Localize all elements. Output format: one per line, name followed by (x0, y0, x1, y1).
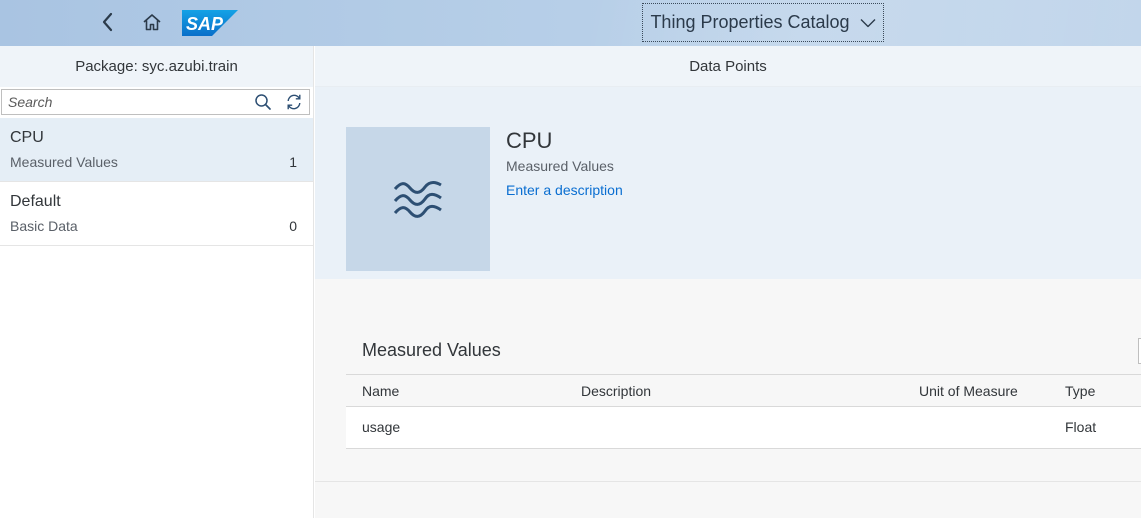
master-header: Package: syc.azubi.train (0, 46, 313, 87)
app-title-menu-button[interactable]: Thing Properties Catalog (642, 3, 884, 42)
column-header-name[interactable]: Name (362, 383, 399, 399)
section-title: Measured Values (362, 340, 501, 360)
object-subtitle: Measured Values (506, 158, 614, 174)
list-item-count: 0 (289, 218, 297, 234)
detail-pane: Data Points CPU Measured Values Enter a … (315, 46, 1141, 518)
column-header-description[interactable]: Description (581, 383, 651, 399)
chevron-left-icon (102, 12, 113, 32)
enter-description-link[interactable]: Enter a description (506, 182, 623, 198)
home-icon (143, 14, 161, 31)
package-list: CPU Measured Values 1 Default Basic Data… (0, 118, 313, 246)
list-item[interactable]: CPU Measured Values 1 (0, 118, 313, 182)
back-button[interactable] (96, 10, 120, 34)
detail-header-title: Data Points (689, 57, 767, 75)
search-input[interactable] (8, 90, 244, 114)
detail-header: Data Points (315, 46, 1141, 87)
column-header-unit[interactable]: Unit of Measure (919, 383, 1018, 399)
object-image (346, 127, 490, 271)
object-title: CPU (506, 128, 553, 153)
column-header-type[interactable]: Type (1065, 383, 1095, 399)
package-title: Package: syc.azubi.train (75, 58, 238, 75)
object-header: CPU Measured Values Enter a description (315, 87, 1141, 279)
refresh-icon[interactable] (285, 93, 303, 111)
measured-values-table: Name Description Unit of Measure Type us… (346, 374, 1141, 449)
search-icon[interactable] (254, 93, 272, 111)
table-row[interactable]: usage Float (346, 407, 1141, 449)
cell-type: Float (1065, 419, 1097, 435)
list-item-description: Measured Values (10, 154, 118, 170)
chevron-down-icon (860, 18, 876, 27)
sap-logo[interactable]: SAP (182, 10, 238, 36)
footer-area (315, 482, 1141, 518)
shell-bar: SAP Thing Properties Catalog (0, 0, 1141, 46)
search-field (1, 89, 310, 115)
list-item-description: Basic Data (10, 218, 78, 234)
list-item-count: 1 (289, 154, 297, 170)
list-item-title: CPU (10, 129, 44, 146)
list-item-title: Default (10, 193, 61, 210)
table-header: Name Description Unit of Measure Type (346, 374, 1141, 407)
svg-text:SAP: SAP (186, 14, 224, 34)
master-pane: Package: syc.azubi.train CPU Measured Va… (0, 46, 314, 518)
app-title: Thing Properties Catalog (650, 12, 850, 32)
list-item[interactable]: Default Basic Data 0 (0, 182, 313, 246)
measured-values-icon (393, 181, 442, 218)
cell-name: usage (362, 419, 401, 435)
home-button[interactable] (140, 10, 164, 34)
